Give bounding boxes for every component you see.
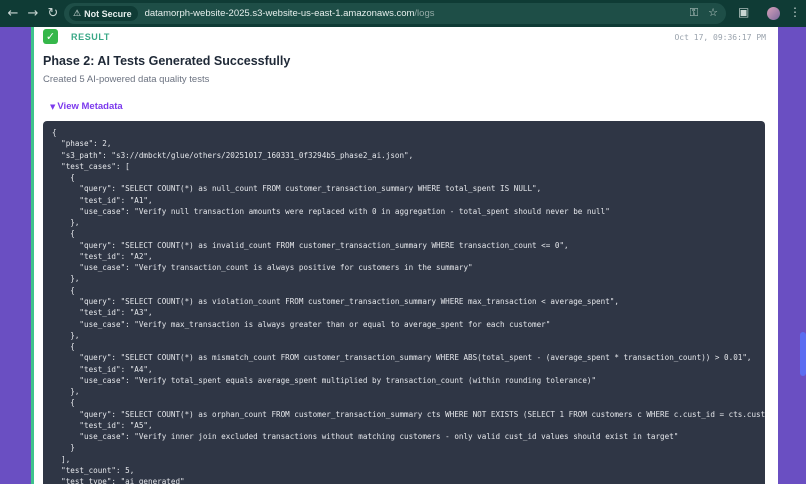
code-line: }, <box>52 387 80 397</box>
code-line: "test_id": "A1", <box>52 195 153 205</box>
code-line: }, <box>52 218 80 228</box>
code-line: "use_case": "Verify transaction_count is… <box>52 263 473 273</box>
scrollbar-thumb[interactable] <box>800 332 806 376</box>
code-line: "test_id": "A2", <box>52 251 153 261</box>
security-label: Not Secure <box>84 8 132 19</box>
checkmark-icon: ✓ <box>43 29 58 44</box>
result-header: ✓ RESULT <box>43 29 110 44</box>
reload-icon[interactable]: ↻ <box>44 5 62 23</box>
code-line: "query": "SELECT COUNT(*) as orphan_coun… <box>52 409 765 419</box>
code-line: "use_case": "Verify total_spent equals a… <box>52 375 597 385</box>
code-line: "query": "SELECT COUNT(*) as violation_c… <box>52 296 619 306</box>
code-line: "test_count": 5, <box>52 465 135 475</box>
code-line: { <box>52 285 75 295</box>
code-line: "s3_path": "s3://dmbckt/glue/others/2025… <box>52 150 414 160</box>
code-line: "query": "SELECT COUNT(*) as null_count … <box>52 184 542 194</box>
address-bar[interactable]: ⚠ Not Secure datamorph-website-2025.s3-w… <box>64 3 726 24</box>
browser-toolbar: ← → ↻ ⚠ Not Secure datamorph-website-202… <box>0 0 806 27</box>
site-info-button[interactable]: ⚠ Not Secure <box>69 6 138 21</box>
warning-icon: ⚠ <box>73 8 82 19</box>
view-metadata-toggle[interactable]: ▼ View Metadata <box>50 101 123 112</box>
url-text[interactable]: datamorph-website-2025.s3-website-us-eas… <box>145 8 435 19</box>
code-line: "use_case": "Verify inner join excluded … <box>52 432 679 442</box>
menu-dots-icon[interactable]: ⋮ <box>789 5 801 19</box>
metadata-json-block: { "phase": 2, "s3_path": "s3://dmbckt/gl… <box>43 121 765 484</box>
code-line: "test_cases": [ <box>52 161 130 171</box>
code-line: { <box>52 229 75 239</box>
view-metadata-label: View Metadata <box>57 100 123 112</box>
status-label: RESULT <box>71 31 110 42</box>
code-line: } <box>52 443 75 453</box>
page-background-left <box>0 27 31 484</box>
bookmark-star-icon[interactable]: ☆ <box>708 6 718 20</box>
extensions-puzzle-icon[interactable]: ▣ <box>738 5 749 19</box>
code-line: "test_type": "ai_generated" <box>52 477 185 484</box>
code-line: }, <box>52 330 80 340</box>
code-line: "use_case": "Verify max_transaction is a… <box>52 319 551 329</box>
log-subtitle: Created 5 AI-powered data quality tests <box>43 74 210 85</box>
metadata-section: ▼ View Metadata <box>43 95 765 117</box>
code-line: { <box>52 173 75 183</box>
code-line: "use_case": "Verify null transaction amo… <box>52 206 610 216</box>
log-title: Phase 2: AI Tests Generated Successfully <box>43 54 291 68</box>
code-line: "test_id": "A5", <box>52 420 153 430</box>
log-timestamp: Oct 17, 09:36:17 PM <box>674 33 766 42</box>
code-line: "test_id": "A3", <box>52 308 153 318</box>
nav-buttons: ← → ↻ <box>4 5 62 23</box>
code-line: "test_id": "A4", <box>52 364 153 374</box>
password-key-icon[interactable]: ⚿ <box>690 6 698 20</box>
code-line: "query": "SELECT COUNT(*) as mismatch_co… <box>52 353 752 363</box>
code-line: { <box>52 398 75 408</box>
url-path: /logs <box>414 8 435 19</box>
url-host: datamorph-website-2025.s3-website-us-eas… <box>144 8 415 19</box>
code-line: "query": "SELECT COUNT(*) as invalid_cou… <box>52 240 569 250</box>
page-background-right <box>778 27 806 484</box>
code-line: ], <box>52 454 71 464</box>
code-line: }, <box>52 274 80 284</box>
profile-avatar[interactable] <box>767 7 780 20</box>
code-line: { <box>52 128 57 137</box>
back-icon[interactable]: ← <box>4 5 22 23</box>
code-line: "phase": 2, <box>52 139 112 149</box>
forward-icon[interactable]: → <box>24 5 42 23</box>
caret-down-icon: ▼ <box>50 102 56 111</box>
code-line: { <box>52 342 75 352</box>
log-entry-card: ✓ RESULT Oct 17, 09:36:17 PM Phase 2: AI… <box>31 27 778 484</box>
